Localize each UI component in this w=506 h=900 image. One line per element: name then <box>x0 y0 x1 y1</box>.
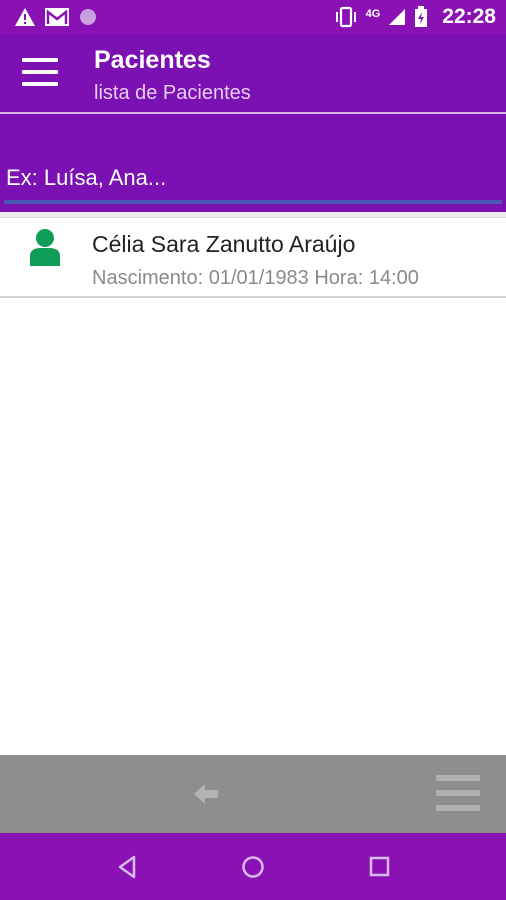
status-right-icons: 4G 22:28 <box>334 5 496 29</box>
status-left-icons <box>14 7 98 27</box>
nav-recents-icon[interactable] <box>364 853 394 881</box>
patient-details: Nascimento: 01/01/1983 Hora: 14:00 <box>92 267 419 289</box>
vibrate-icon <box>334 6 358 28</box>
circle-notification-icon <box>78 7 98 27</box>
nav-back-icon[interactable] <box>112 853 142 881</box>
bottom-toolbar <box>0 755 506 833</box>
search-underline <box>4 200 502 204</box>
gmail-icon <box>44 7 70 27</box>
patient-name: Célia Sara Zanutto Araújo <box>92 231 356 257</box>
status-time: 22:28 <box>442 5 496 28</box>
arrow-left-icon[interactable] <box>192 781 220 807</box>
page-title: Pacientes <box>94 46 211 74</box>
warning-icon <box>14 7 36 27</box>
app-bar: Pacientes lista de Pacientes <box>0 34 506 114</box>
hamburger-menu-icon[interactable] <box>22 58 58 86</box>
search-area <box>0 114 506 212</box>
system-nav-bar <box>0 833 506 900</box>
page-subtitle: lista de Pacientes <box>94 82 251 104</box>
menu-lines-icon[interactable] <box>436 775 480 811</box>
signal-icon <box>388 8 406 26</box>
person-icon <box>28 228 62 268</box>
network-type: 4G <box>365 8 381 20</box>
nav-home-icon[interactable] <box>238 853 268 881</box>
list-item[interactable]: Célia Sara Zanutto Araújo Nascimento: 01… <box>0 218 506 298</box>
search-input[interactable] <box>0 158 506 198</box>
battery-charging-icon <box>414 6 428 28</box>
patient-list: Célia Sara Zanutto Araújo Nascimento: 01… <box>0 212 506 298</box>
status-bar: 4G 22:28 <box>0 0 506 34</box>
